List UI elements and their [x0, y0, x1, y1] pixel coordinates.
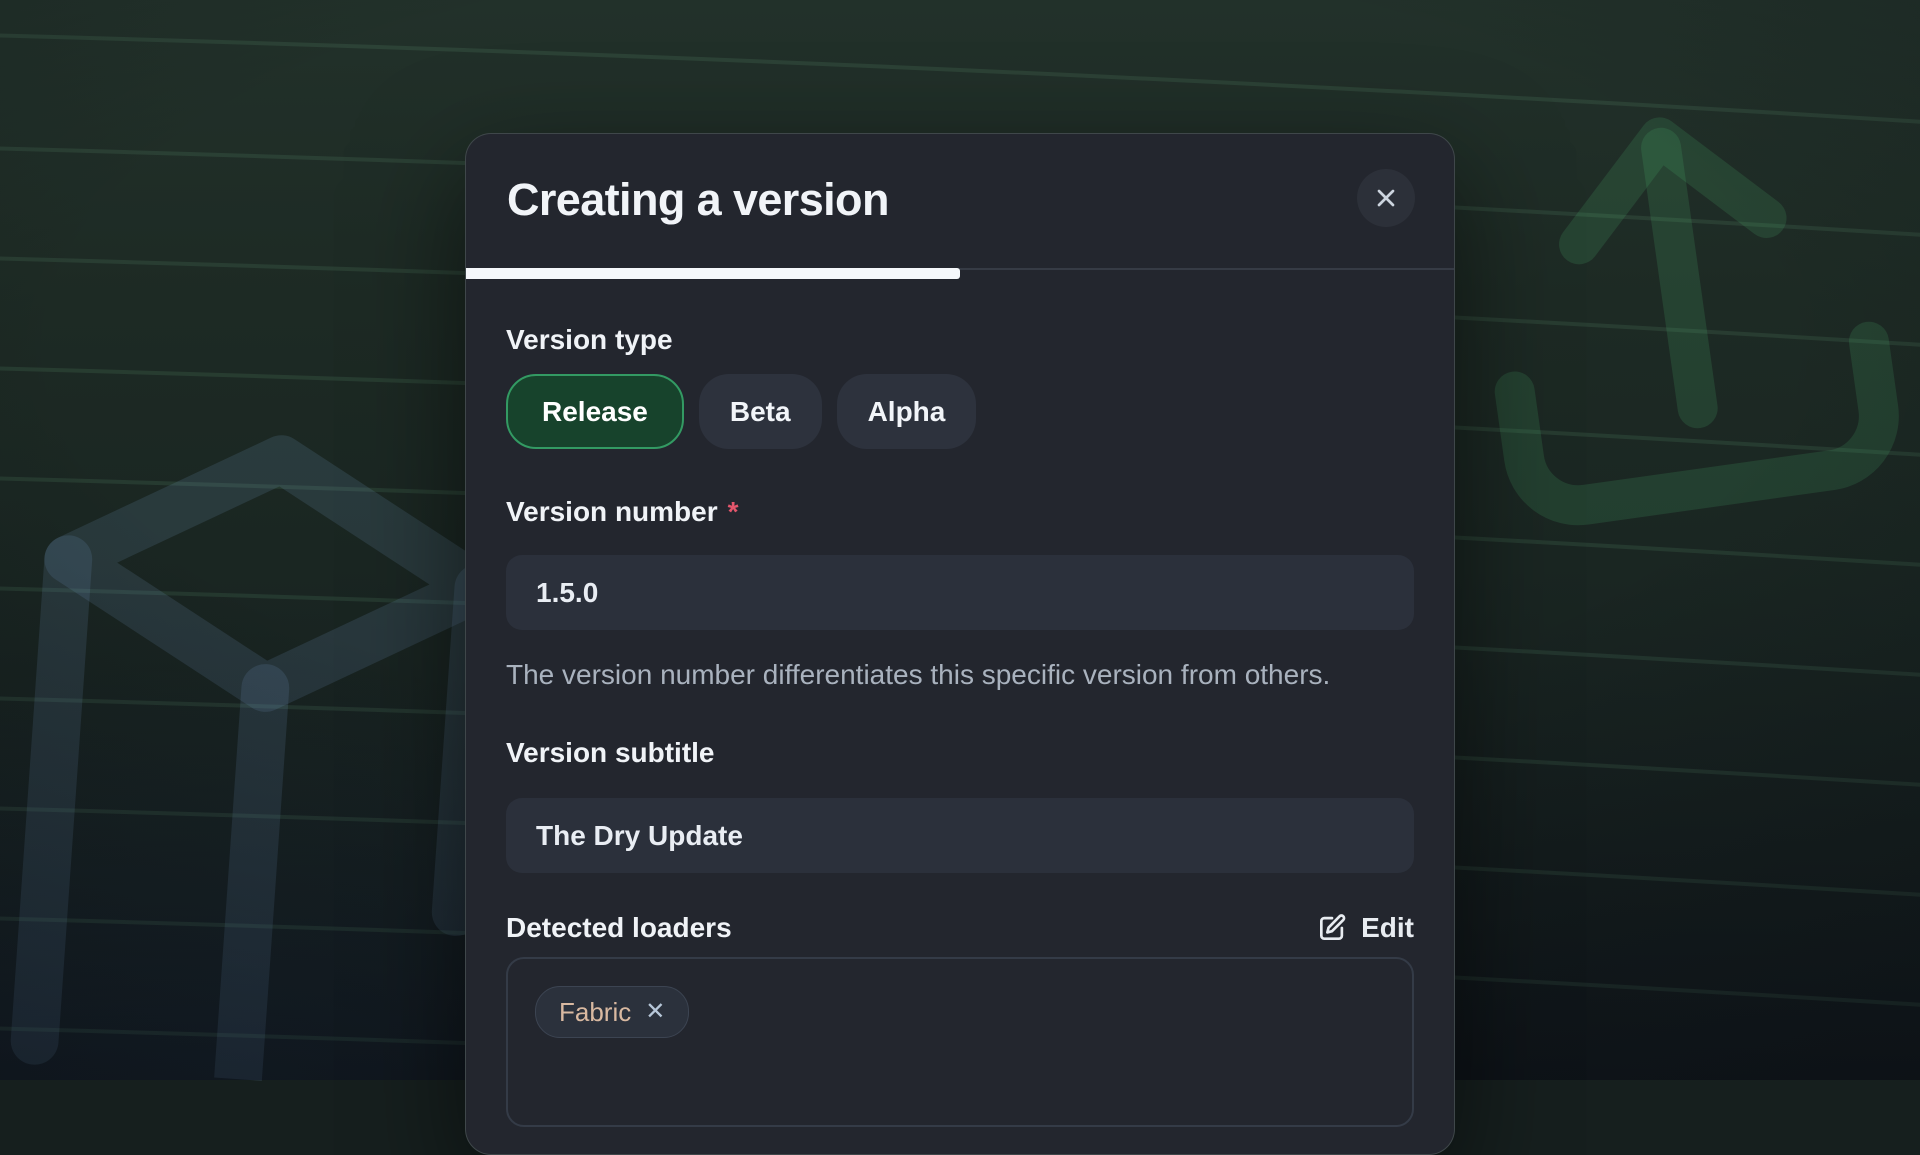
- version-type-option-beta[interactable]: Beta: [699, 374, 822, 449]
- version-type-options: Release Beta Alpha: [506, 374, 1414, 449]
- chip-remove-icon[interactable]: ✕: [645, 1000, 665, 1024]
- version-type-label: Version type: [506, 323, 1414, 357]
- progress-fill: [466, 268, 960, 279]
- modal-body: Version type Release Beta Alpha Version …: [466, 279, 1454, 1127]
- version-type-option-release[interactable]: Release: [506, 374, 684, 449]
- version-number-label-text: Version number: [506, 495, 718, 529]
- version-number-input[interactable]: [506, 555, 1414, 630]
- version-number-help-text: The version number differentiates this s…: [506, 656, 1341, 693]
- edit-loaders-button[interactable]: Edit: [1316, 912, 1414, 944]
- edit-label: Edit: [1361, 912, 1414, 944]
- pencil-square-icon: [1316, 912, 1348, 944]
- modal-title: Creating a version: [507, 174, 889, 226]
- x-icon: [1372, 184, 1400, 212]
- version-subtitle-input[interactable]: [506, 798, 1414, 873]
- loader-chip-label: Fabric: [559, 997, 631, 1028]
- detected-loaders-box: Fabric ✕: [506, 957, 1414, 1127]
- version-type-option-alpha[interactable]: Alpha: [837, 374, 977, 449]
- close-button[interactable]: [1357, 169, 1415, 227]
- create-version-modal: Creating a version Version type Release …: [465, 133, 1455, 1155]
- detected-loaders-label: Detected loaders: [506, 911, 732, 945]
- required-asterisk: *: [728, 495, 739, 529]
- version-subtitle-label: Version subtitle: [506, 736, 1414, 770]
- version-number-label: Version number *: [506, 495, 1414, 529]
- loader-chip-fabric[interactable]: Fabric ✕: [535, 986, 689, 1038]
- detected-loaders-row: Detected loaders Edit: [506, 911, 1414, 945]
